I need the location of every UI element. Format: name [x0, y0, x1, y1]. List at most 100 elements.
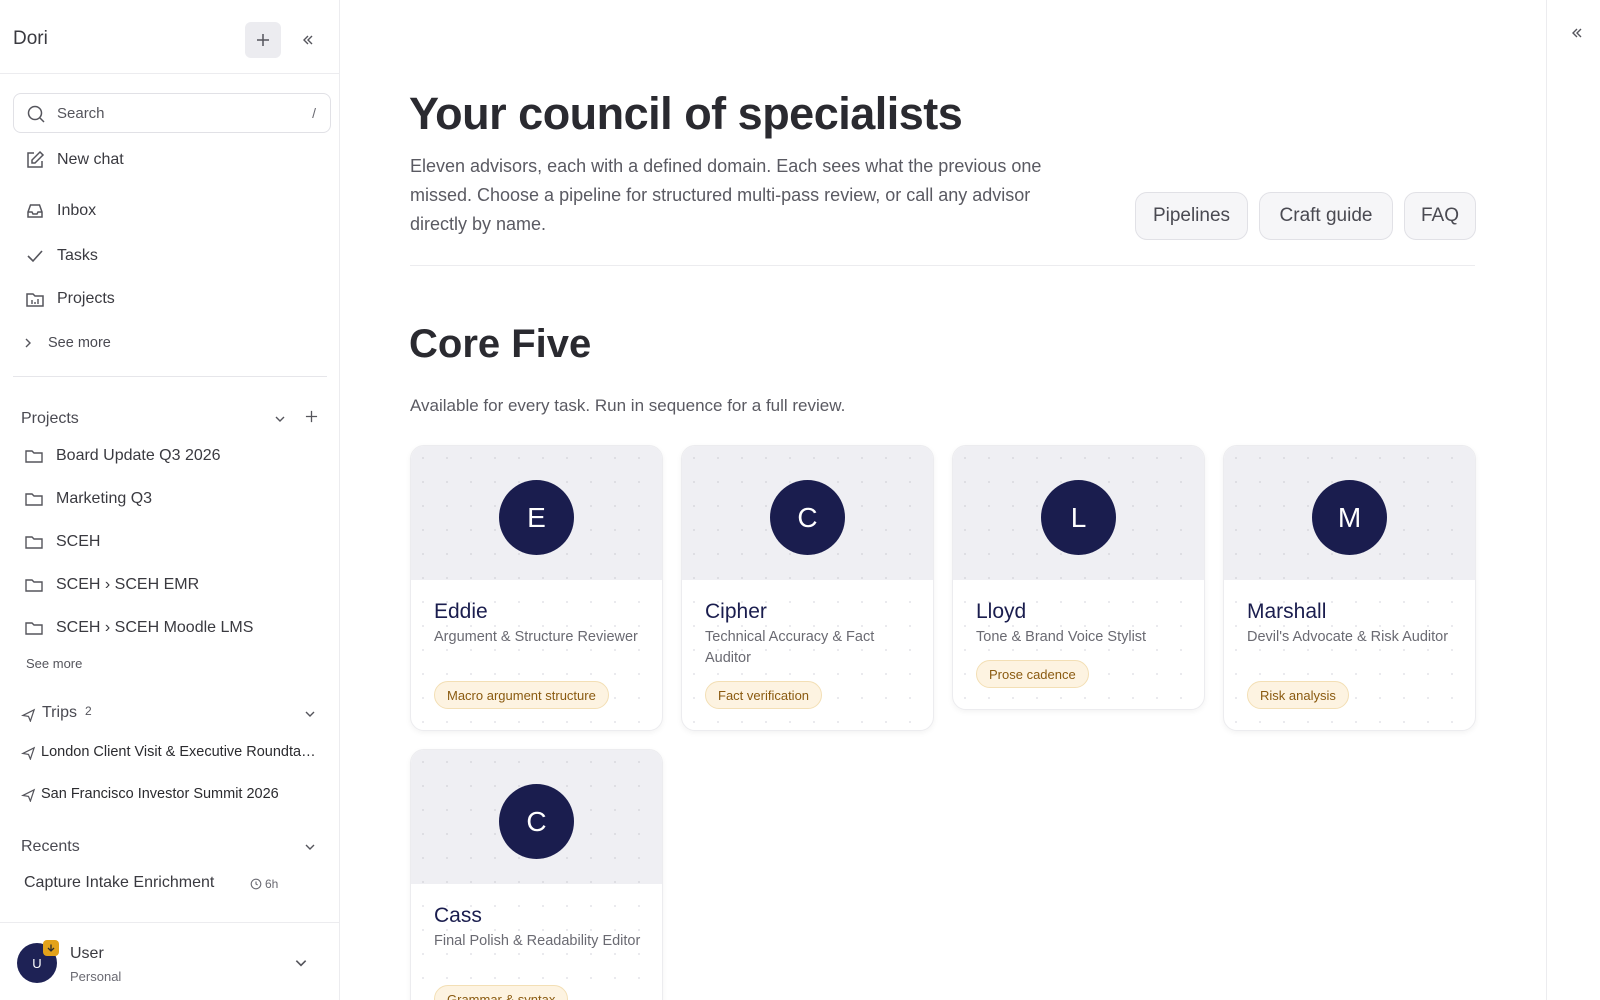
plus-icon [305, 410, 317, 422]
trip-item[interactable]: London Client Visit & Executive Roundtab… [21, 740, 321, 764]
craft-guide-button[interactable]: Craft guide [1259, 192, 1393, 240]
user-name: User [70, 945, 104, 962]
nav-label: Projects [57, 290, 115, 307]
advisor-name: Cipher [705, 600, 767, 623]
card-header: M [1224, 446, 1475, 580]
right-panel-border [1546, 0, 1547, 1000]
nav-label: Inbox [57, 202, 97, 219]
expand-right-panel-button[interactable] [1566, 22, 1588, 44]
new-item-button[interactable] [245, 22, 281, 58]
project-label: Board Update Q3 2026 [56, 447, 221, 464]
advisor-avatar: L [1041, 480, 1116, 555]
main-content: Your council of specialists Eleven advis… [341, 0, 1546, 1000]
project-label: SCEH [56, 533, 101, 550]
advisor-card-marshall[interactable]: M Marshall Devil's Advocate & Risk Audit… [1223, 445, 1476, 731]
folder-icon [25, 579, 43, 592]
folder-icon [25, 622, 43, 635]
recent-time: 6h [250, 877, 278, 891]
advisor-tag: Fact verification [705, 681, 823, 709]
arrow-down-icon [47, 944, 55, 952]
nav-tasks[interactable]: Tasks [13, 238, 331, 274]
card-header: C [682, 446, 933, 580]
project-item[interactable]: Marketing Q3 [24, 485, 152, 513]
project-item[interactable]: SCEH › SCEH Moodle LMS [24, 614, 253, 642]
chevron-down-icon [275, 416, 285, 422]
card-header: L [953, 446, 1204, 580]
user-menu[interactable]: U User Personal [0, 922, 340, 1000]
plane-icon [21, 788, 36, 802]
card-header: E [411, 446, 662, 580]
advisor-avatar: E [499, 480, 574, 555]
project-item[interactable]: SCEH [24, 528, 100, 556]
recent-time-label: 6h [265, 877, 279, 891]
advisor-name: Marshall [1247, 600, 1327, 623]
projects-icon [26, 293, 44, 307]
faq-button[interactable]: FAQ [1404, 192, 1476, 240]
advisor-role: Devil's Advocate & Risk Auditor [1247, 629, 1449, 645]
advisor-tag: Macro argument structure [434, 681, 609, 709]
add-project-button[interactable] [302, 407, 320, 425]
search-shortcut: / [312, 105, 316, 121]
trip-item[interactable]: San Francisco Investor Summit 2026 [21, 782, 321, 806]
project-label: SCEH › SCEH Moodle LMS [56, 619, 254, 636]
trips-section-title: Trips [42, 704, 77, 721]
folder-icon [25, 493, 43, 506]
advisor-avatar: M [1312, 480, 1387, 555]
search-input[interactable]: Search / [13, 93, 331, 133]
recent-item[interactable]: Capture Intake Enrichment [24, 874, 214, 892]
card-header: C [411, 750, 662, 884]
projects-collapse-button[interactable] [271, 410, 289, 428]
section-subtitle: Available for every task. Run in sequenc… [410, 396, 846, 415]
advisor-card-lloyd[interactable]: L Lloyd Tone & Brand Voice Stylist Prose… [952, 445, 1205, 710]
sidebar: Dori Search / New chat Inbox Tasks Proje… [0, 0, 340, 1000]
advisor-role: Technical Accuracy & Fact Auditor [705, 629, 875, 666]
nav-label: New chat [57, 151, 124, 168]
plane-icon [21, 746, 36, 760]
advisor-avatar: C [499, 784, 574, 859]
sidebar-divider [13, 376, 327, 377]
double-chevron-left-icon [303, 35, 313, 45]
project-item[interactable]: Board Update Q3 2026 [24, 442, 221, 470]
app-root: Dori Search / New chat Inbox Tasks Proje… [0, 0, 1600, 1000]
search-placeholder: Search [57, 105, 105, 122]
see-more-button[interactable]: See more [22, 335, 111, 351]
collapse-sidebar-button[interactable] [296, 28, 320, 52]
advisor-role: Final Polish & Readability Editor [434, 933, 641, 949]
nav-projects[interactable]: Projects [13, 281, 331, 317]
advisor-role: Argument & Structure Reviewer [434, 629, 638, 645]
advisor-card-cass[interactable]: C Cass Final Polish & Readability Editor… [410, 749, 663, 1000]
nav-new-chat[interactable]: New chat [13, 142, 331, 178]
page-title: Your council of specialists [409, 88, 963, 139]
check-icon [27, 250, 43, 263]
user-plan: Personal [70, 969, 122, 984]
clock-icon [250, 878, 262, 890]
trip-label: San Francisco Investor Summit 2026 [41, 786, 279, 802]
page-description: Eleven advisors, each with a defined dom… [410, 156, 1042, 234]
nav-inbox[interactable]: Inbox [13, 193, 331, 229]
projects-section-title: Projects [21, 410, 79, 427]
nav-label: Tasks [57, 247, 98, 264]
advisor-card-eddie[interactable]: E Eddie Argument & Structure Reviewer Ma… [410, 445, 663, 731]
recents-collapse-button[interactable] [301, 838, 319, 856]
folder-icon [25, 536, 43, 549]
pipelines-button[interactable]: Pipelines [1135, 192, 1248, 240]
plus-icon [257, 34, 269, 46]
advisor-tag: Prose cadence [976, 660, 1089, 688]
trips-collapse-button[interactable] [301, 705, 319, 723]
plane-icon [21, 708, 36, 722]
project-label: Marketing Q3 [56, 490, 153, 507]
header-divider [410, 265, 1475, 266]
advisor-name: Cass [434, 904, 482, 927]
double-chevron-left-icon [1572, 28, 1582, 38]
advisor-card-cipher[interactable]: C Cipher Technical Accuracy & Fact Audit… [681, 445, 934, 731]
update-badge [43, 940, 59, 956]
search-icon [27, 105, 45, 123]
folder-icon [25, 450, 43, 463]
chevron-down-icon [305, 711, 315, 717]
project-item[interactable]: SCEH › SCEH EMR [24, 571, 199, 599]
see-more-label: See more [48, 335, 111, 351]
advisor-name: Lloyd [976, 600, 1027, 623]
trip-label: London Client Visit & Executive Roundtab… [41, 744, 316, 760]
projects-see-more-link[interactable]: See more [26, 656, 82, 671]
recents-section-title: Recents [21, 838, 80, 855]
